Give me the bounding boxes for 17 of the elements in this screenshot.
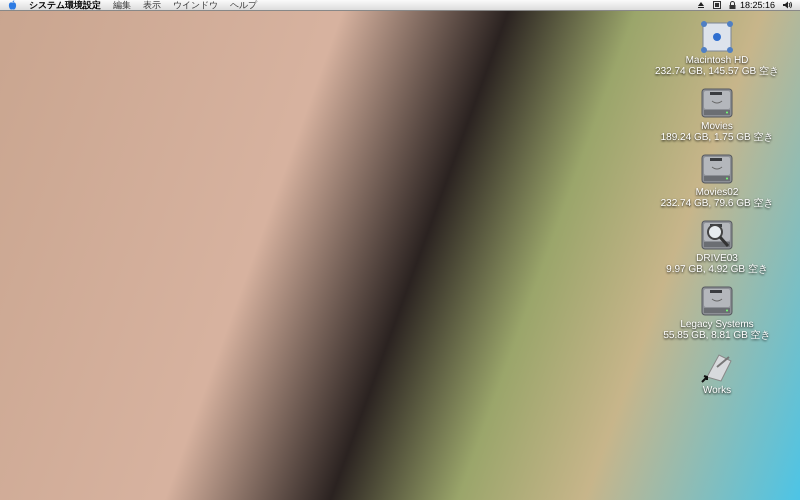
volume-info: 189.24 GB, 1.75 GB 空き [660,132,774,143]
volume-info: 232.74 GB, 79.6 GB 空き [660,198,774,209]
input-menu-icon[interactable] [712,1,721,9]
volume-icon[interactable] [783,1,792,9]
menu-item[interactable]: 表示 [143,0,161,10]
apple-logo-icon[interactable] [8,0,17,10]
menu-item[interactable]: ウインドウ [173,0,218,10]
menu-item[interactable]: ヘルプ [230,0,257,10]
menu-clock[interactable]: 18:25:16 [740,0,775,10]
volume-info: 9.97 GB, 4.92 GB 空き [666,264,768,275]
server-icon [699,19,735,55]
lock-icon[interactable] [728,1,736,9]
volume-info: 232.74 GB, 145.57 GB 空き [655,66,779,77]
eject-icon[interactable] [696,1,705,9]
menu-item[interactable]: システム環境設定 [29,0,101,10]
volume-info: 55.85 GB, 8.81 GB 空き [663,330,771,341]
menu-item[interactable]: 編集 [113,0,131,10]
